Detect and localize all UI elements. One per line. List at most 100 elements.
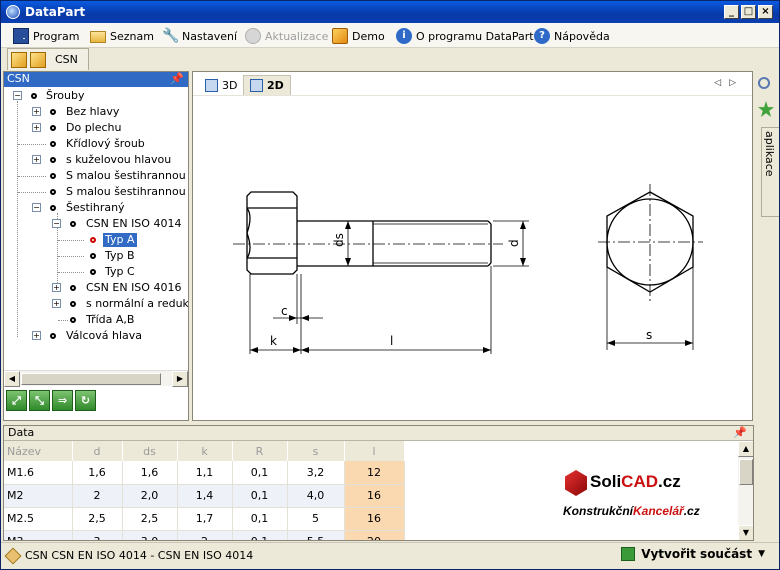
tree-horizontal-scrollbar[interactable]: ◀ ▶ — [4, 370, 188, 387]
menu-o-programu[interactable]: i O programu DataPart — [396, 27, 534, 45]
close-button[interactable]: × — [758, 5, 773, 19]
cell-d[interactable]: 1,6 — [72, 461, 123, 485]
tree-node[interactable]: + Do plechu — [4, 121, 188, 135]
cell-l[interactable]: 16 — [344, 507, 405, 531]
table-row[interactable]: M1.6 1,6 1,6 1,1 0,1 3,2 12 — [4, 461, 405, 485]
pin-icon[interactable]: 📌 — [170, 72, 184, 86]
tab-3d[interactable]: 3D — [199, 75, 243, 95]
scroll-up-icon[interactable]: ▲ — [738, 441, 753, 457]
cell-k[interactable]: 1,7 — [177, 507, 233, 531]
collapse-icon[interactable]: − — [52, 219, 61, 228]
menu-napoveda[interactable]: ? Nápověda — [534, 27, 610, 45]
data-vertical-scrollbar[interactable]: ▲ ▼ — [738, 441, 753, 540]
tab-2d[interactable]: 2D — [243, 75, 291, 95]
scroll-thumb[interactable] — [21, 373, 161, 385]
column-header[interactable]: k — [177, 441, 233, 461]
menu-seznam-label: Seznam — [110, 29, 154, 43]
collapse-icon[interactable]: − — [32, 203, 41, 212]
expand-icon[interactable]: + — [52, 283, 61, 292]
cell-name[interactable]: M3 — [4, 530, 73, 540]
menu-aktualizace[interactable]: Aktualizace — [245, 27, 328, 45]
cell-s[interactable]: 4,0 — [287, 484, 345, 508]
puzzle-icon[interactable] — [758, 101, 774, 117]
tree-node[interactable]: S malou šestihrannou hlav — [4, 185, 188, 199]
scroll-down-icon[interactable]: ▼ — [738, 525, 753, 540]
cell-l[interactable]: 16 — [344, 484, 405, 508]
expand-icon[interactable]: + — [32, 155, 41, 164]
dim-label-ds: ds — [332, 233, 346, 247]
expand-icon[interactable]: + — [52, 299, 61, 308]
tree-node[interactable]: Křídlový šroub — [4, 137, 188, 151]
cell-ds[interactable]: 2,0 — [122, 484, 178, 508]
scroll-right-icon[interactable]: ▶ — [172, 371, 188, 387]
tree-node-typ-b[interactable]: Typ B — [4, 249, 188, 263]
collapse-icon[interactable]: − — [13, 91, 22, 100]
collapse-all-button[interactable]: ⤡ — [29, 390, 50, 411]
cell-ds[interactable]: 2,5 — [122, 507, 178, 531]
tree-node[interactable]: Třída A,B — [4, 313, 188, 327]
tree-node[interactable]: + Bez hlavy — [4, 105, 188, 119]
dim-label-k: k — [270, 334, 277, 348]
go-arrow-button[interactable]: ⇒ — [52, 390, 73, 411]
column-header[interactable]: R — [232, 441, 288, 461]
cell-d[interactable]: 3 — [72, 530, 123, 540]
pin-icon[interactable]: 📌 — [733, 426, 747, 440]
cell-s[interactable]: 5,5 — [287, 530, 345, 540]
cell-k[interactable]: 1,4 — [177, 484, 233, 508]
cell-d[interactable]: 2,5 — [72, 507, 123, 531]
tree-node-iso4014[interactable]: − CSN EN ISO 4014 — [4, 217, 188, 231]
tree-node-iso4016[interactable]: + CSN EN ISO 4016 — [4, 281, 188, 295]
column-header[interactable]: l — [344, 441, 405, 461]
expand-icon[interactable]: + — [32, 123, 41, 132]
cell-ds[interactable]: 3,0 — [122, 530, 178, 540]
tree-node[interactable]: + Válcová hlava — [4, 329, 188, 343]
cell-k[interactable]: 2 — [177, 530, 233, 540]
cell-r[interactable]: 0,1 — [232, 484, 288, 508]
tab-nav-arrows[interactable]: ◁▷ — [714, 78, 744, 88]
table-row[interactable]: M2.5 2,5 2,5 1,7 0,1 5 16 — [4, 507, 405, 531]
cell-name[interactable]: M1.6 — [4, 461, 73, 485]
cell-r[interactable]: 0,1 — [232, 461, 288, 485]
column-header[interactable]: s — [287, 441, 345, 461]
menu-nastaveni[interactable]: 🔧 Nastavení — [162, 27, 237, 45]
expand-all-button[interactable]: ⤢ — [6, 390, 27, 411]
minimize-button[interactable]: _ — [724, 5, 739, 19]
dropdown-arrow-icon[interactable]: ▼ — [758, 549, 765, 559]
tree-node-srouby[interactable]: − Šrouby — [4, 89, 188, 103]
cell-r[interactable]: 0,1 — [232, 507, 288, 531]
maximize-button[interactable]: □ — [741, 5, 756, 19]
refresh-button[interactable]: ↻ — [75, 390, 96, 411]
expand-icon[interactable]: + — [32, 107, 41, 116]
expand-icon[interactable]: + — [32, 331, 41, 340]
cell-s[interactable]: 3,2 — [287, 461, 345, 485]
menu-program[interactable]: Program — [13, 27, 79, 45]
table-row[interactable]: M3 3 3,0 2 0,1 5,5 20 — [4, 530, 405, 540]
scroll-left-icon[interactable]: ◀ — [4, 371, 20, 387]
tree-node-typ-a[interactable]: Typ A — [4, 233, 188, 247]
menu-demo[interactable]: Demo — [332, 27, 385, 45]
cell-s[interactable]: 5 — [287, 507, 345, 531]
scroll-thumb[interactable] — [739, 459, 753, 485]
helper-apps-tab[interactable]: Pomocné aplikace — [761, 127, 779, 217]
cell-k[interactable]: 1,1 — [177, 461, 233, 485]
column-header[interactable]: Název — [4, 441, 73, 461]
cell-d[interactable]: 2 — [72, 484, 123, 508]
table-row[interactable]: M2 2 2,0 1,4 0,1 4,0 16 — [4, 484, 405, 508]
magnifier-icon[interactable] — [758, 77, 770, 89]
cell-r[interactable]: 0,1 — [232, 530, 288, 540]
cell-name[interactable]: M2 — [4, 484, 73, 508]
cell-l[interactable]: 12 — [344, 461, 405, 485]
csn-tab[interactable]: CSN — [7, 48, 89, 70]
column-header[interactable]: d — [72, 441, 123, 461]
tree-node[interactable]: + s normální a redukov — [4, 297, 188, 311]
column-header[interactable]: ds — [122, 441, 178, 461]
cell-ds[interactable]: 1,6 — [122, 461, 178, 485]
tree-node-sestihrany[interactable]: − Šestihraný — [4, 201, 188, 215]
cell-l[interactable]: 20 — [344, 530, 405, 540]
tree-node[interactable]: S malou šestihrannou hlav — [4, 169, 188, 183]
create-part-button[interactable]: Vytvořit součást ▼ — [621, 547, 765, 561]
tree-node-typ-c[interactable]: Typ C — [4, 265, 188, 279]
cell-name[interactable]: M2.5 — [4, 507, 73, 531]
tree-node[interactable]: + s kuželovou hlavou — [4, 153, 188, 167]
menu-seznam[interactable]: Seznam — [90, 27, 154, 45]
